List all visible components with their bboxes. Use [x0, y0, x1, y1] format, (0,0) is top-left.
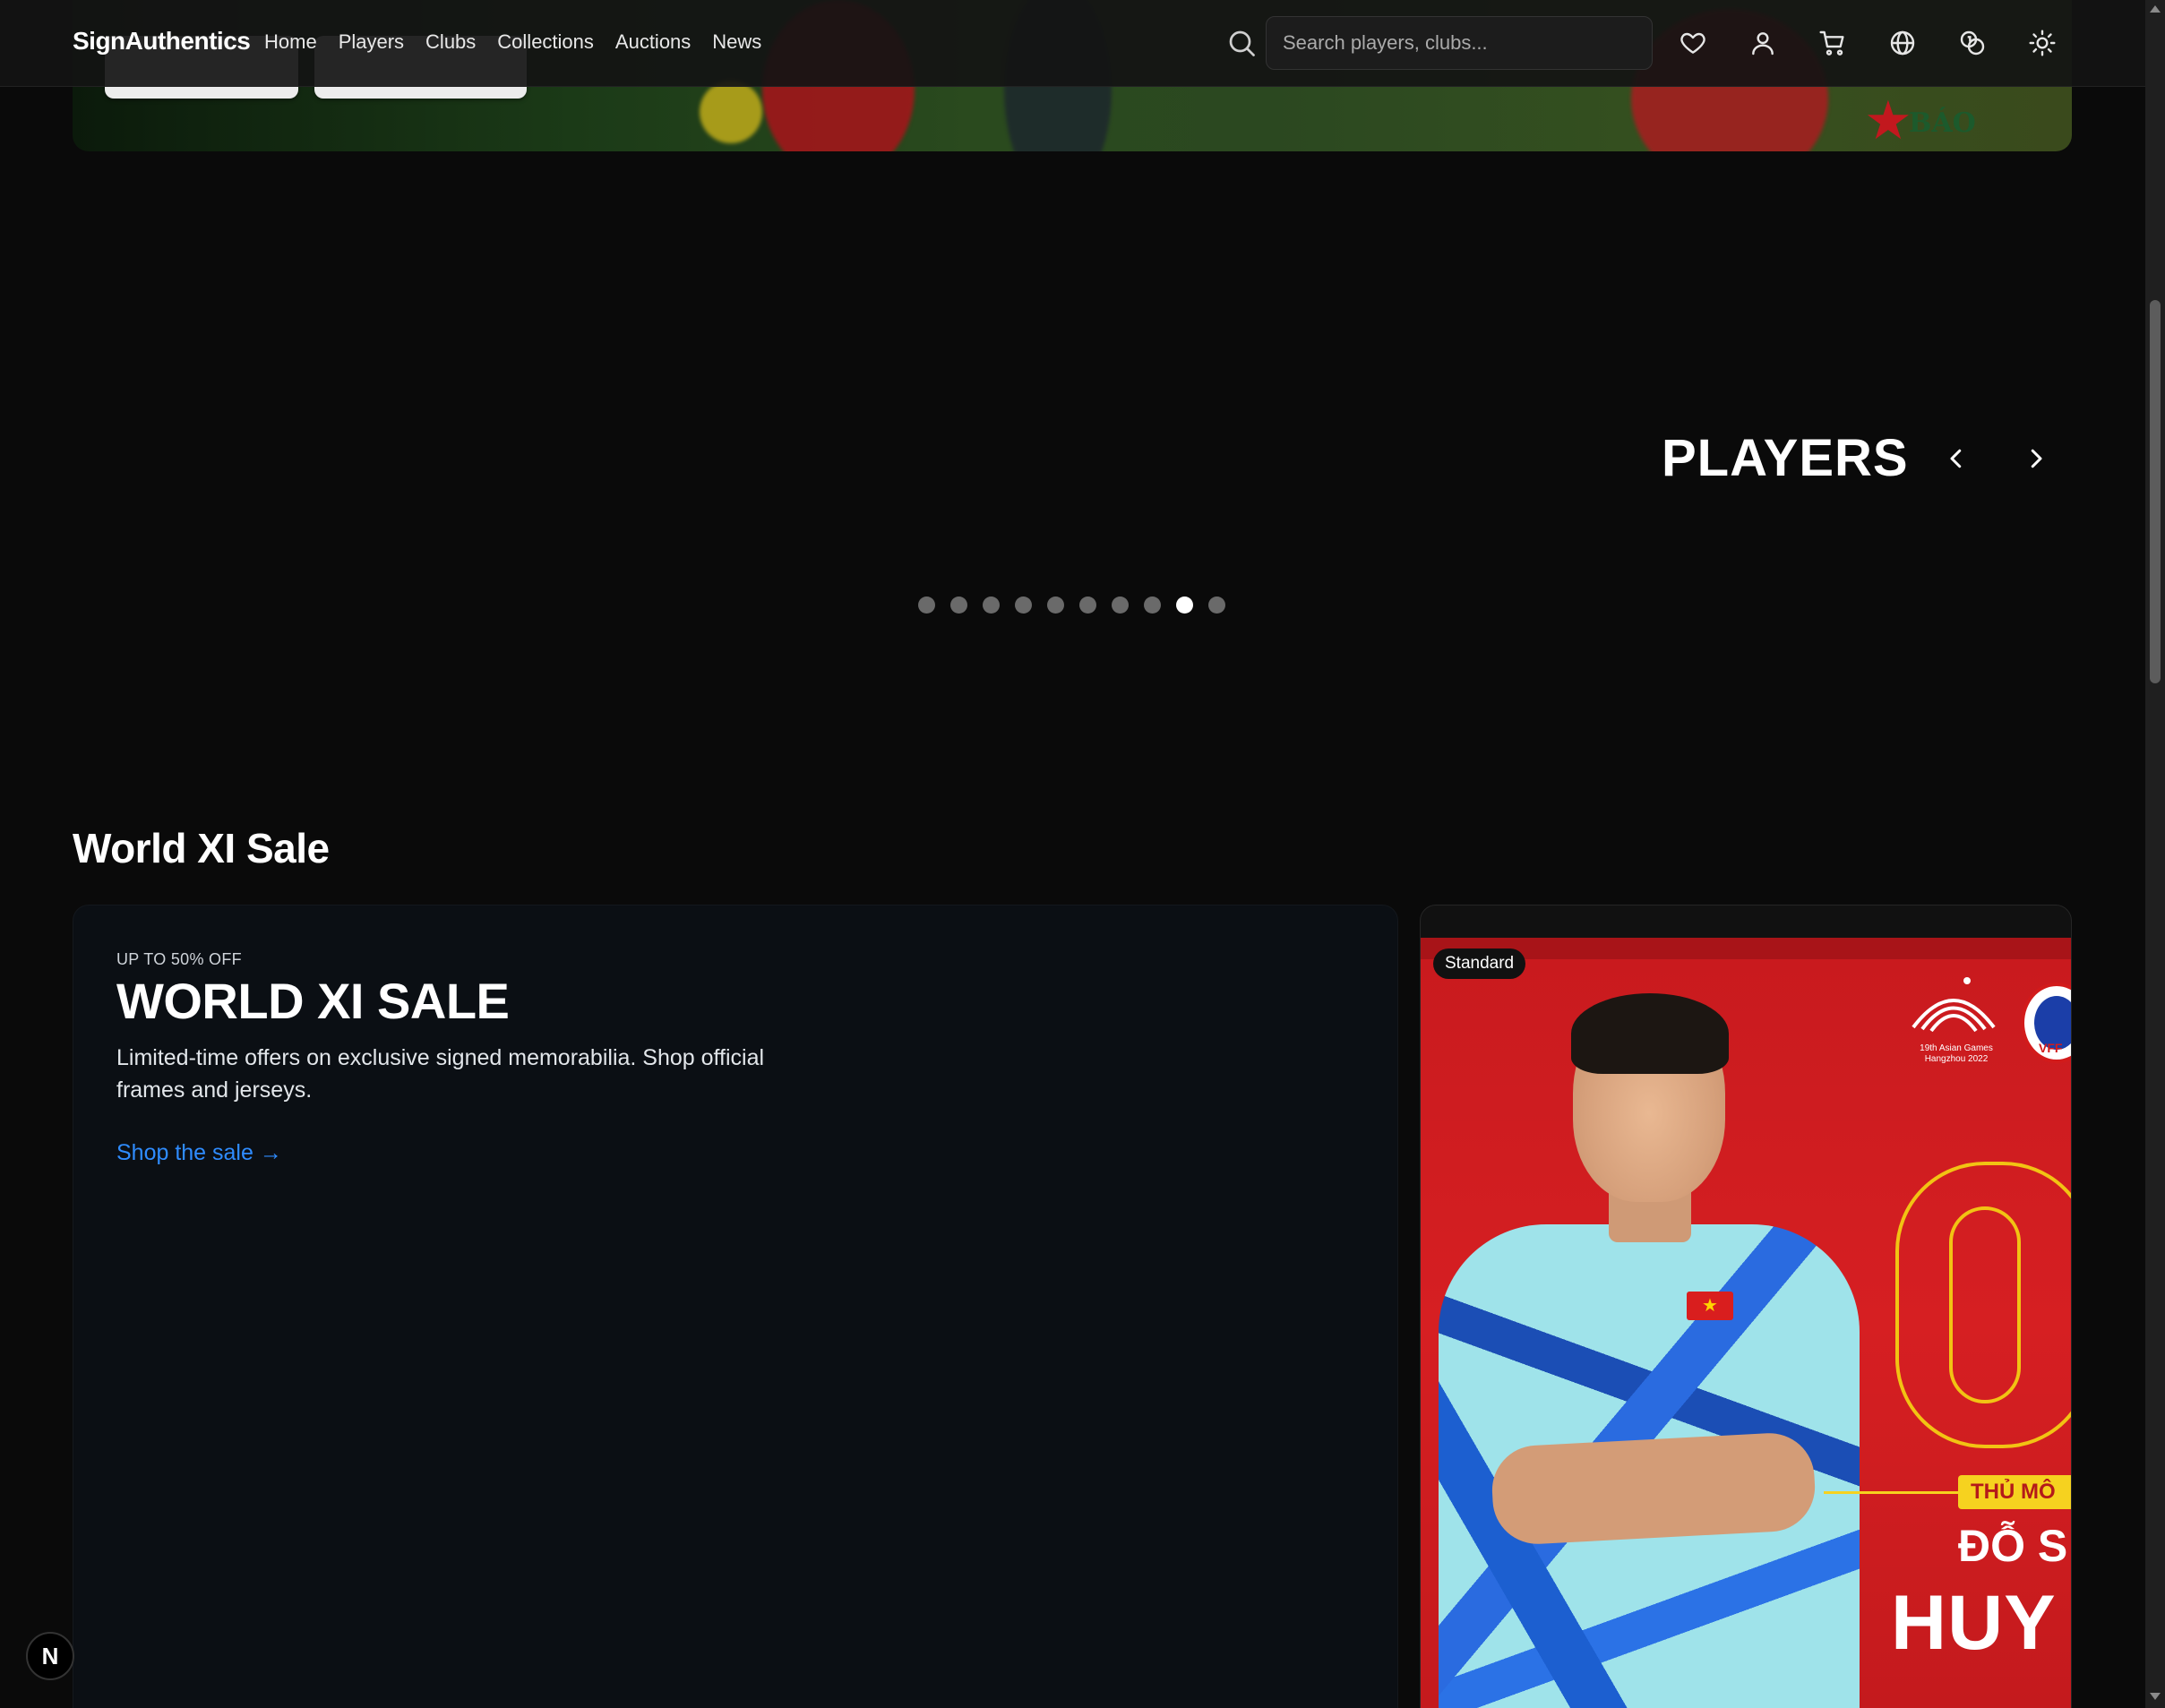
hero-watermark: BÁO [1909, 107, 1976, 139]
scroll-down-arrow[interactable] [2150, 1693, 2161, 1700]
carousel-dot[interactable] [918, 597, 935, 614]
world-xi-section-title: World XI Sale [73, 825, 330, 871]
page-scrollbar[interactable] [2145, 0, 2165, 1708]
product-card[interactable]: 19th Asian Games Hangzhou 2022 VFF ★ THỦ… [1420, 905, 2072, 1708]
carousel-dot[interactable] [1208, 597, 1225, 614]
search-input[interactable] [1266, 16, 1653, 70]
scroll-up-arrow[interactable] [2150, 5, 2161, 13]
top-navbar: SignAuthentics Home Players Clubs Collec… [0, 0, 2145, 87]
jersey-number-outline-inner [1949, 1206, 2021, 1403]
chevron-right-icon [2031, 449, 2042, 468]
carousel-dot[interactable] [1047, 597, 1064, 614]
carousel-dot[interactable] [1015, 597, 1032, 614]
carousel-next-button[interactable] [2016, 439, 2056, 478]
carousel-dot[interactable] [1079, 597, 1096, 614]
player-crossed-arms [1490, 1430, 1817, 1547]
globe-icon[interactable] [1885, 25, 1920, 61]
carousel-prev-button[interactable] [1937, 439, 1976, 478]
cart-icon[interactable] [1815, 25, 1851, 61]
main-nav: Home Players Clubs Collections Auctions … [264, 30, 761, 54]
shop-the-sale-link[interactable]: Shop the sale → [116, 1140, 282, 1166]
carousel-dot[interactable] [1112, 597, 1129, 614]
coins-icon[interactable] [1955, 25, 1990, 61]
vietnam-flag-icon: ★ [1687, 1292, 1733, 1320]
sale-description: Limited-time offers on exclusive signed … [116, 1045, 765, 1103]
carousel-dot[interactable] [983, 597, 1000, 614]
user-icon[interactable] [1745, 25, 1781, 61]
vff-label: VFF [2039, 1041, 2063, 1055]
nav-link-news[interactable]: News [712, 30, 761, 54]
player-hair [1571, 993, 1729, 1074]
players-section-title: PLAYERS [1662, 429, 1909, 487]
nextjs-dev-badge[interactable]: N [26, 1632, 74, 1680]
star-icon: ★ [1864, 90, 1912, 150]
carousel-dot[interactable] [1144, 597, 1161, 614]
player-name-line2: HUY [1891, 1580, 2057, 1666]
role-tag-line [1824, 1491, 1958, 1494]
role-tag: THỦ MÔ [1958, 1475, 2071, 1509]
heart-icon[interactable] [1675, 25, 1711, 61]
brand-logo[interactable]: SignAuthentics [73, 27, 251, 56]
sale-promo-card: UP TO 50% OFF WORLD XI SALE Limited-time… [73, 905, 1398, 1708]
sale-heading: WORLD XI SALE [116, 973, 510, 1029]
carousel-dot[interactable] [950, 597, 967, 614]
search-icon[interactable] [1225, 27, 1258, 59]
event-caption: 19th Asian Games Hangzhou 2022 [1920, 1043, 1993, 1064]
nav-link-clubs[interactable]: Clubs [425, 30, 476, 54]
nav-link-home[interactable]: Home [264, 30, 317, 54]
nav-link-auctions[interactable]: Auctions [615, 30, 691, 54]
chevron-left-icon [1950, 449, 1962, 468]
hero-ball-shape [700, 81, 762, 143]
sun-icon[interactable] [2024, 25, 2060, 61]
asian-games-logo [1912, 977, 1996, 1033]
sale-eyebrow: UP TO 50% OFF [116, 950, 242, 968]
nav-link-collections[interactable]: Collections [497, 30, 594, 54]
scroll-thumb[interactable] [2150, 300, 2161, 683]
edition-badge: Standard [1433, 948, 1526, 979]
page: ★ BÁO SignAuthentics Home Players Clubs … [0, 0, 2165, 1708]
nav-link-players[interactable]: Players [339, 30, 404, 54]
product-image[interactable]: 19th Asian Games Hangzhou 2022 VFF ★ THỦ… [1421, 938, 2071, 1708]
player-name-line1: ĐỖ S [1958, 1521, 2068, 1571]
carousel-dots [918, 597, 1225, 614]
carousel-dot[interactable] [1176, 597, 1193, 614]
